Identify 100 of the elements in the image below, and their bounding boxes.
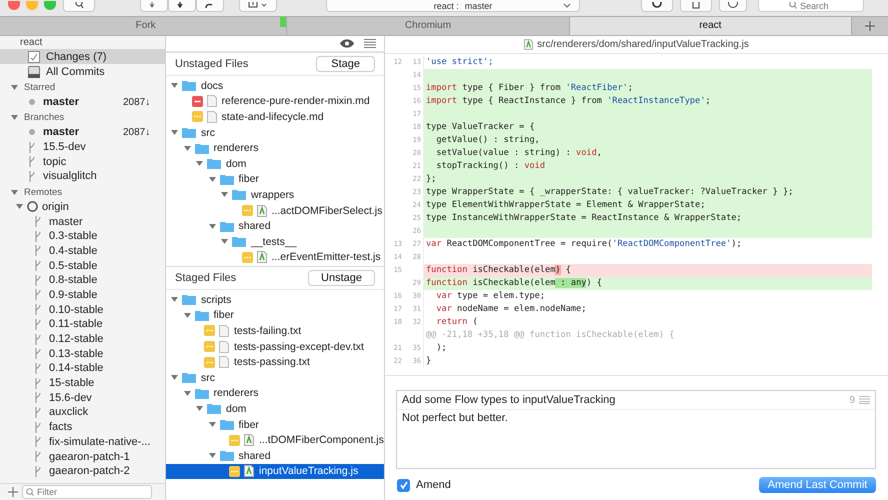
expanded-triangle-icon[interactable] <box>208 452 216 460</box>
file-row[interactable]: reference-pure-render-mixin.md <box>166 94 384 110</box>
remote-name[interactable]: origin <box>42 200 69 213</box>
commit-description[interactable]: Not perfect but better. <box>397 410 875 426</box>
stage-button[interactable]: Stage <box>316 56 375 72</box>
branch-name[interactable]: facts <box>49 421 72 434</box>
branch-name[interactable]: master <box>43 126 80 138</box>
file-row[interactable]: tests-passing-except-dev.txt <box>166 338 384 354</box>
folder-name[interactable]: dom <box>226 402 246 415</box>
folder-name[interactable]: docs <box>201 80 224 92</box>
amend-checkbox[interactable] <box>397 478 410 492</box>
branch-name[interactable]: 15.6-dev <box>49 392 92 404</box>
pull-button[interactable] <box>168 0 196 12</box>
share-button[interactable] <box>680 0 712 12</box>
expanded-triangle-icon[interactable] <box>196 405 203 412</box>
branch-name[interactable]: fix-simulate-native-... <box>49 436 150 448</box>
branch-name[interactable]: visualglitch <box>43 170 97 182</box>
expanded-triangle-icon[interactable] <box>16 203 23 210</box>
sidebar-item[interactable]: Changes (7) <box>0 49 165 64</box>
expanded-triangle-icon[interactable] <box>184 144 190 152</box>
document-file-icon <box>206 110 216 123</box>
branch-name[interactable]: gaearon-patch-1 <box>49 450 130 463</box>
commit-subject[interactable]: Add some Flow types to inputValueTracking <box>402 394 846 406</box>
branch-name[interactable]: 0.8-stable <box>49 274 98 286</box>
folder-name[interactable]: src <box>201 372 215 384</box>
expanded-triangle-icon[interactable] <box>221 238 228 246</box>
checkbox-label[interactable]: Amend <box>416 479 451 491</box>
branch-name[interactable]: 0.5-stable <box>49 260 98 272</box>
branch-name[interactable]: master <box>49 216 83 228</box>
branch-name[interactable]: 15.5-dev <box>43 141 86 154</box>
file-row[interactable]: tests-failing.txt <box>166 323 384 339</box>
branch-name[interactable]: auxclick <box>49 406 88 418</box>
folder-name[interactable]: shared <box>238 220 271 232</box>
file-row[interactable]: ...tDOMFiberComponent.js <box>166 432 384 448</box>
repository-tab[interactable]: Fork <box>5 17 288 35</box>
folder-name[interactable]: renderers <box>214 142 258 154</box>
expanded-triangle-icon[interactable] <box>208 421 216 428</box>
branch-name[interactable]: 0.10-stable <box>49 304 104 316</box>
folder-name[interactable]: fiber <box>238 418 259 431</box>
branch-name[interactable]: 0.9-stable <box>49 288 98 301</box>
expanded-triangle-icon[interactable] <box>171 374 178 382</box>
search-input[interactable]: Search <box>800 0 862 10</box>
branch-name[interactable]: topic <box>43 156 66 168</box>
sidebar-item[interactable]: All Commits <box>0 64 165 79</box>
file-row[interactable]: ...actDOMFiberSelect.js <box>166 202 384 218</box>
search-field[interactable]: Search <box>758 0 864 12</box>
stash-dropdown-button[interactable] <box>239 0 277 12</box>
folder-name[interactable]: fiber <box>238 173 259 186</box>
fetch-button[interactable] <box>140 0 168 12</box>
folder-name[interactable]: wrappers <box>251 188 294 201</box>
github-button[interactable] <box>641 0 673 12</box>
branch-name[interactable]: 0.12-stable <box>49 333 104 346</box>
unstage-button[interactable]: Unstage <box>308 270 375 286</box>
branch-name[interactable]: 0.14-stable <box>49 362 104 374</box>
expanded-triangle-icon[interactable] <box>208 222 216 230</box>
branch-name[interactable]: master <box>43 96 80 108</box>
expanded-triangle-icon[interactable] <box>171 296 178 304</box>
section-header[interactable]: Starred <box>24 82 56 93</box>
close-window-button[interactable] <box>8 1 20 10</box>
folder-name[interactable]: __tests__ <box>251 236 297 248</box>
add-button[interactable] <box>8 487 18 497</box>
expanded-triangle-icon[interactable] <box>184 390 190 397</box>
feedback-button[interactable] <box>719 0 747 12</box>
expanded-triangle-icon[interactable] <box>11 84 18 91</box>
folder-name[interactable]: renderers <box>214 387 258 400</box>
commit-message-field[interactable]: Add some Flow types to inputValueTracking 9 Not perfect but better. <box>396 390 876 469</box>
branch-name[interactable]: 0.11-stable <box>49 318 103 330</box>
menu-icon[interactable] <box>364 39 376 48</box>
branch-name[interactable]: 0.3-stable <box>49 230 98 242</box>
folder-icon <box>182 372 196 384</box>
push-button[interactable] <box>196 0 224 12</box>
branch-selector[interactable]: react : master <box>326 0 580 12</box>
expanded-triangle-icon[interactable] <box>11 188 18 196</box>
folder-name[interactable]: dom <box>226 158 246 170</box>
file-row[interactable]: inputValueTracking.js <box>166 464 384 480</box>
branch-name[interactable]: 15-stable <box>49 377 94 390</box>
expanded-triangle-icon[interactable] <box>11 114 18 122</box>
folder-name[interactable]: scripts <box>201 294 232 306</box>
branch-name[interactable]: 0.13-stable <box>49 348 104 360</box>
expanded-triangle-icon[interactable] <box>221 191 228 198</box>
section-header[interactable]: Remotes <box>24 186 62 198</box>
filter-field[interactable]: Filter <box>22 485 152 499</box>
eye-icon[interactable] <box>340 39 354 48</box>
expanded-triangle-icon[interactable] <box>208 176 216 183</box>
expanded-triangle-icon[interactable] <box>184 312 190 319</box>
script-file-icon <box>244 465 254 478</box>
expanded-triangle-icon[interactable] <box>171 129 178 136</box>
folder-name[interactable]: shared <box>238 450 271 462</box>
folder-name[interactable]: src <box>201 126 215 139</box>
file-row[interactable]: ...erEventEmitter-test.js <box>166 250 384 266</box>
repository-tab[interactable]: react <box>570 17 852 35</box>
expanded-triangle-icon[interactable] <box>171 82 178 90</box>
branch-name[interactable]: gaearon-patch-2 <box>49 465 130 478</box>
folder-name[interactable]: fiber <box>214 309 234 322</box>
branch-name[interactable]: 0.4-stable <box>49 244 98 257</box>
search-button[interactable] <box>63 0 95 12</box>
section-header[interactable]: Branches <box>24 112 64 124</box>
expanded-triangle-icon[interactable] <box>196 160 203 168</box>
file-row[interactable]: state-and-lifecycle.md <box>166 109 384 125</box>
file-row[interactable]: tests-passing.txt <box>166 354 384 370</box>
